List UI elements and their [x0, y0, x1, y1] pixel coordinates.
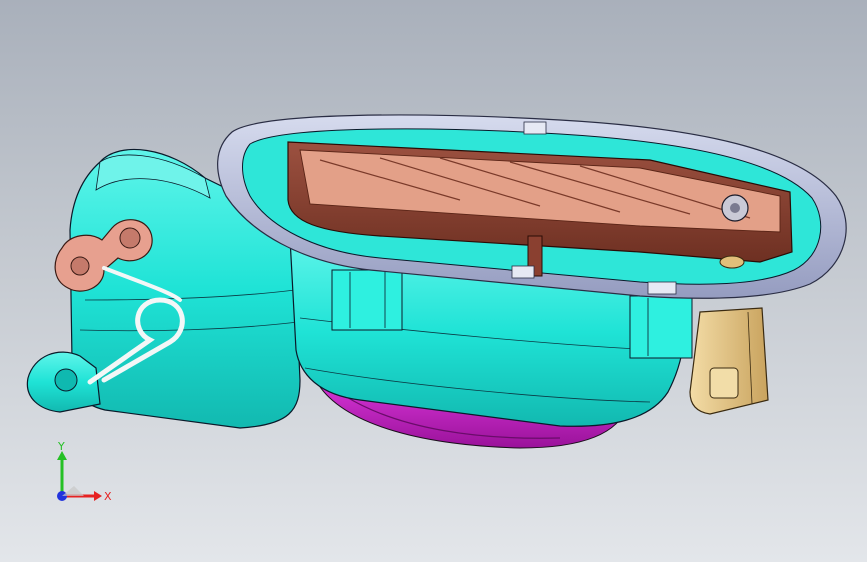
connector-latch[interactable]: [709, 367, 739, 399]
cover-tab-right: [647, 281, 677, 295]
view-orientation-wedge-icon: [62, 486, 84, 496]
coordinate-triad: Y X: [57, 440, 112, 503]
connector-pin-end: [719, 255, 745, 269]
cover-tab-top: [523, 121, 547, 135]
snap-clip-right[interactable]: [629, 295, 693, 359]
ear-screw-hole: [54, 368, 78, 392]
cad-3d-viewport[interactable]: Y X: [0, 0, 867, 562]
x-axis-arrow-icon: [94, 491, 102, 501]
snap-clip-left[interactable]: [331, 269, 403, 331]
model-canvas[interactable]: [0, 0, 867, 562]
bracket-hole-right: [119, 227, 141, 249]
cover-tab-mid: [511, 265, 535, 279]
bracket-hole-left: [70, 256, 90, 276]
triad-x-label: X: [104, 490, 112, 503]
motor-hub-screw-center: [730, 203, 740, 213]
triad-y-label: Y: [57, 440, 65, 453]
